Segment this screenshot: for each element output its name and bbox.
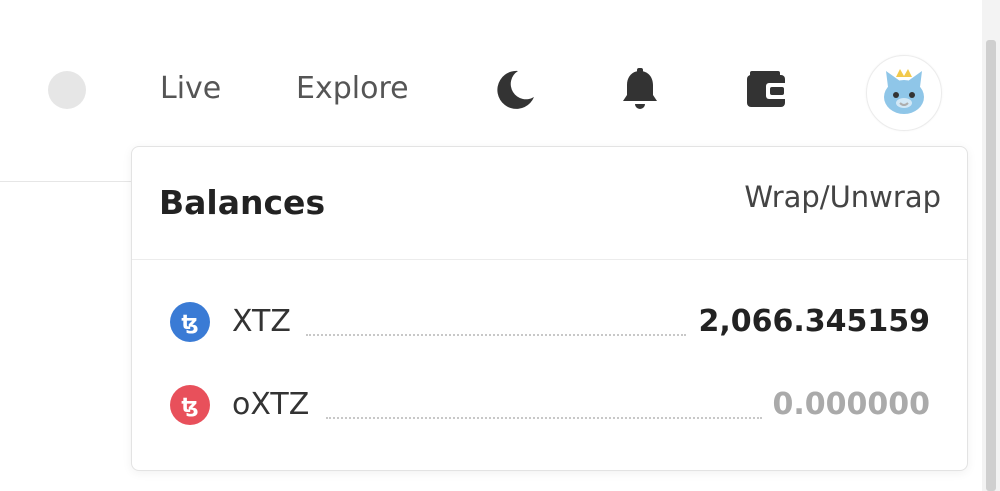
nav-explore-link[interactable]: Explore [296, 70, 409, 108]
wallet-icon [747, 71, 788, 107]
token-symbol: XTZ [232, 304, 291, 339]
cat-avatar-icon [884, 69, 924, 114]
token-amount: 0.000000 [772, 387, 930, 422]
token-amount: 2,066.345159 [698, 304, 930, 339]
balances-dropdown: Balances Wrap/Unwrap ꜩ XTZ 2,066.345159 … [131, 146, 968, 471]
svg-text:ꜩ: ꜩ [181, 310, 198, 334]
balances-divider [132, 259, 967, 260]
token-row-xtz: ꜩ XTZ 2,066.345159 [170, 300, 930, 344]
wrap-unwrap-link[interactable]: Wrap/Unwrap [744, 180, 941, 214]
header-divider [0, 181, 132, 182]
balances-title: Balances [159, 183, 326, 222]
notifications-button[interactable] [615, 65, 665, 115]
wallet-button[interactable] [742, 65, 792, 115]
avatar[interactable] [866, 55, 942, 131]
token-symbol: oXTZ [232, 387, 310, 422]
bell-icon [623, 68, 657, 109]
moon-icon [497, 70, 534, 109]
status-indicator [48, 71, 86, 109]
theme-toggle-button[interactable] [490, 65, 540, 115]
tezos-icon: ꜩ [170, 385, 210, 425]
svg-text:ꜩ: ꜩ [181, 393, 198, 417]
token-row-oxtz: ꜩ oXTZ 0.000000 [170, 383, 930, 427]
nav-live-link[interactable]: Live [160, 70, 221, 108]
tezos-icon: ꜩ [170, 302, 210, 342]
dotted-leader [326, 417, 762, 419]
dotted-leader [306, 334, 686, 336]
scrollbar-thumb[interactable] [986, 40, 996, 491]
